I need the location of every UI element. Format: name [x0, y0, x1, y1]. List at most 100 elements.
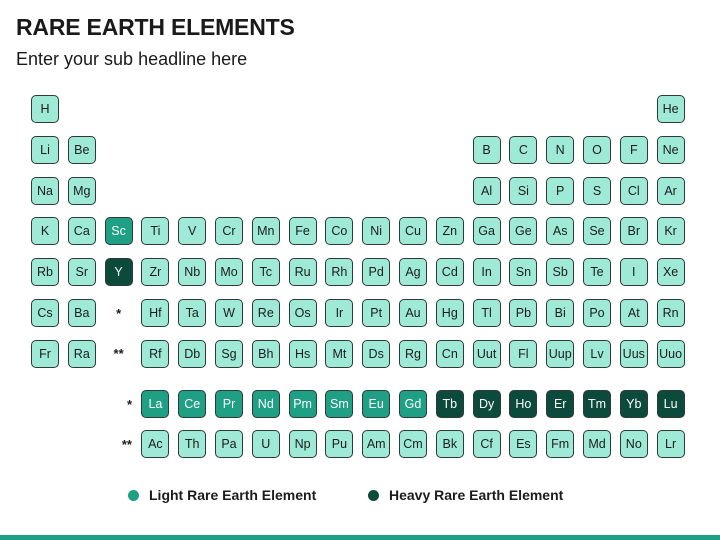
element-na: Na — [31, 176, 59, 205]
element-es: Es — [509, 430, 538, 458]
element-te: Te — [583, 258, 611, 287]
element-cu: Cu — [399, 217, 427, 246]
element-rn: Rn — [656, 299, 685, 327]
element-pa: Pa — [215, 430, 243, 458]
element-gd: Gd — [399, 390, 427, 418]
element-po: Po — [583, 299, 611, 327]
legend-light: Light Rare Earth Element — [128, 487, 316, 503]
element-b: B — [472, 135, 501, 164]
element-rb: Rb — [31, 258, 59, 287]
element-ne: Ne — [656, 135, 685, 164]
series-row-label: * — [126, 396, 132, 412]
element-f: F — [619, 135, 648, 164]
element-se: Se — [583, 217, 611, 246]
element-br: Br — [619, 217, 648, 246]
legend-heavy-label: Heavy Rare Earth Element — [389, 487, 564, 503]
element-fl: Fl — [509, 339, 538, 368]
element-no: No — [619, 430, 648, 458]
element-au: Au — [399, 299, 427, 327]
periodic-table: H He Li Be B C N O F Ne Na Mg Al Si P S Cl Ar K Ca Sc Ti V Cr Mn… — [0, 0, 720, 540]
element-fm: Fm — [546, 430, 575, 458]
element-rf: Rf — [141, 339, 170, 368]
element-tb: Tb — [435, 390, 464, 418]
element-ir: Ir — [325, 299, 354, 327]
element-os: Os — [288, 299, 317, 327]
element-al: Al — [472, 176, 501, 205]
element-hg: Hg — [435, 299, 464, 327]
element-pt: Pt — [362, 299, 391, 327]
element-ga: Ga — [472, 217, 501, 246]
element-zr: Zr — [141, 258, 170, 287]
element-nb: Nb — [178, 258, 207, 287]
element-ho: Ho — [509, 390, 538, 418]
element-ac: Ac — [141, 430, 170, 458]
element-rg: Rg — [399, 339, 427, 368]
element-sg: Sg — [215, 339, 243, 368]
element-ti: Ti — [141, 217, 170, 246]
element-pr: Pr — [215, 390, 243, 418]
element-hf: Hf — [141, 299, 170, 327]
element-ni: Ni — [362, 217, 391, 246]
element-eu: Eu — [362, 390, 391, 418]
element-si: Si — [509, 176, 538, 205]
element-be: Be — [67, 135, 96, 164]
element-uus: Uus — [619, 339, 648, 368]
element-h: H — [31, 95, 59, 123]
element-uuo: Uuo — [656, 339, 685, 368]
element-s: S — [583, 176, 611, 205]
element-ag: Ag — [399, 258, 427, 287]
element-i: I — [619, 258, 648, 287]
element-xe: Xe — [656, 258, 685, 287]
element-pd: Pd — [362, 258, 391, 287]
element-np: Np — [288, 430, 317, 458]
element-in: In — [472, 258, 501, 287]
element-cn: Cn — [435, 339, 464, 368]
element-ru: Ru — [288, 258, 317, 287]
element-ce: Ce — [178, 390, 207, 418]
element-lr: Lr — [656, 430, 685, 458]
element-bi: Bi — [546, 299, 575, 327]
element-re: Re — [251, 299, 280, 327]
element-bk: Bk — [435, 430, 464, 458]
element-o: O — [583, 135, 611, 164]
element-dy: Dy — [472, 390, 501, 418]
element-mt: Mt — [325, 339, 354, 368]
element-zn: Zn — [435, 217, 464, 246]
element-hs: Hs — [288, 339, 317, 368]
series-row-label: ** — [121, 436, 132, 452]
element-sr: Sr — [67, 258, 96, 287]
element-cl: Cl — [619, 176, 648, 205]
element-uup: Uup — [546, 339, 575, 368]
element-lu: Lu — [656, 390, 685, 418]
element-pm: Pm — [288, 390, 317, 418]
element-as: As — [546, 217, 575, 246]
element-pb: Pb — [509, 299, 538, 327]
element-tm: Tm — [583, 390, 611, 418]
element-ar: Ar — [656, 176, 685, 205]
element-sc: Sc — [104, 217, 133, 246]
element-mg: Mg — [67, 176, 96, 205]
element-am: Am — [362, 430, 391, 458]
element-v: V — [178, 217, 207, 246]
element-la: La — [141, 390, 170, 418]
element-yb: Yb — [619, 390, 648, 418]
element-cr: Cr — [215, 217, 243, 246]
element-li: Li — [31, 135, 59, 164]
element-th: Th — [178, 430, 207, 458]
element-fr: Fr — [31, 339, 59, 368]
element-at: At — [619, 299, 648, 327]
element-ta: Ta — [178, 299, 207, 327]
element-bh: Bh — [251, 339, 280, 368]
element-kr: Kr — [656, 217, 685, 246]
element-nd: Nd — [251, 390, 280, 418]
element-pu: Pu — [325, 430, 354, 458]
element-db: Db — [178, 339, 207, 368]
element-ge: Ge — [509, 217, 538, 246]
element-y: Y — [104, 258, 133, 287]
element-sm: Sm — [325, 390, 354, 418]
element-cs: Cs — [31, 299, 59, 327]
element-p: P — [546, 176, 575, 205]
legend-light-label: Light Rare Earth Element — [149, 487, 317, 503]
element-c: C — [509, 135, 538, 164]
element-ds: Ds — [362, 339, 391, 368]
